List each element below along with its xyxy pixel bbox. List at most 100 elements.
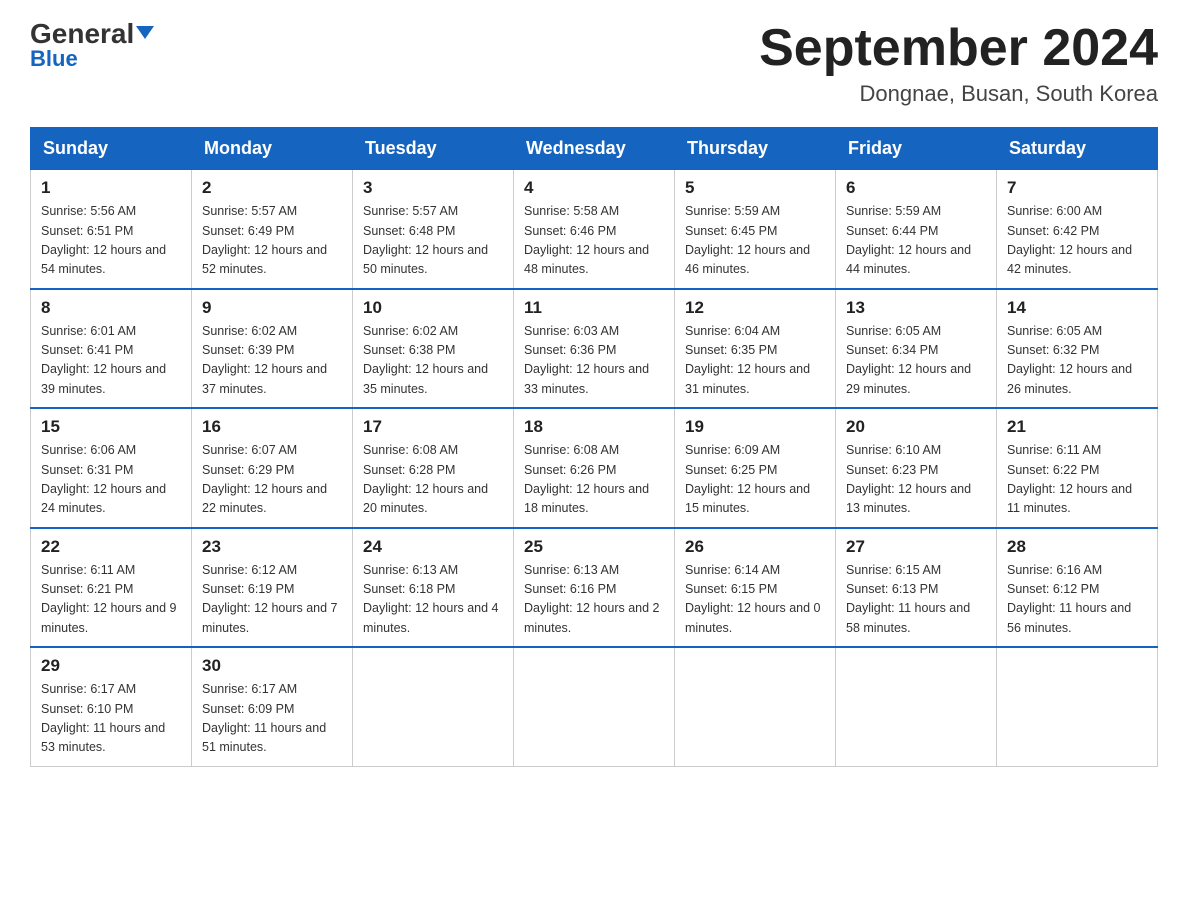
calendar-cell: 19 Sunrise: 6:09 AMSunset: 6:25 PMDayligh… bbox=[675, 408, 836, 528]
day-info: Sunrise: 6:06 AMSunset: 6:31 PMDaylight:… bbox=[41, 441, 181, 519]
weekday-header-tuesday: Tuesday bbox=[353, 128, 514, 170]
day-info: Sunrise: 6:15 AMSunset: 6:13 PMDaylight:… bbox=[846, 561, 986, 639]
calendar-cell bbox=[675, 647, 836, 766]
calendar-cell: 21 Sunrise: 6:11 AMSunset: 6:22 PMDayligh… bbox=[997, 408, 1158, 528]
day-number: 30 bbox=[202, 656, 342, 676]
day-number: 29 bbox=[41, 656, 181, 676]
day-number: 3 bbox=[363, 178, 503, 198]
calendar-cell: 28Sunrise: 6:16 AMSunset: 6:12 PMDayligh… bbox=[997, 528, 1158, 648]
calendar-cell bbox=[997, 647, 1158, 766]
day-number: 12 bbox=[685, 298, 825, 318]
day-info: Sunrise: 6:11 AMSunset: 6:22 PMDaylight:… bbox=[1007, 441, 1147, 519]
day-number: 6 bbox=[846, 178, 986, 198]
day-info: Sunrise: 6:17 AMSunset: 6:10 PMDaylight:… bbox=[41, 680, 181, 758]
day-number: 20 bbox=[846, 417, 986, 437]
day-info: Sunrise: 6:08 AMSunset: 6:26 PMDaylight:… bbox=[524, 441, 664, 519]
day-info: Sunrise: 6:13 AMSunset: 6:18 PMDaylight:… bbox=[363, 561, 503, 639]
calendar-week-row: 15 Sunrise: 6:06 AMSunset: 6:31 PMDayligh… bbox=[31, 408, 1158, 528]
day-info: Sunrise: 6:10 AMSunset: 6:23 PMDaylight:… bbox=[846, 441, 986, 519]
location-title: Dongnae, Busan, South Korea bbox=[759, 81, 1158, 107]
calendar-cell bbox=[836, 647, 997, 766]
calendar-cell bbox=[514, 647, 675, 766]
day-number: 14 bbox=[1007, 298, 1147, 318]
calendar-week-row: 22 Sunrise: 6:11 AMSunset: 6:21 PMDayligh… bbox=[31, 528, 1158, 648]
day-number: 26 bbox=[685, 537, 825, 557]
day-number: 11 bbox=[524, 298, 664, 318]
day-info: Sunrise: 5:58 AMSunset: 6:46 PMDaylight:… bbox=[524, 202, 664, 280]
day-number: 18 bbox=[524, 417, 664, 437]
calendar-cell: 20 Sunrise: 6:10 AMSunset: 6:23 PMDayligh… bbox=[836, 408, 997, 528]
calendar-cell: 12 Sunrise: 6:04 AMSunset: 6:35 PMDayligh… bbox=[675, 289, 836, 409]
calendar-cell: 2 Sunrise: 5:57 AMSunset: 6:49 PMDaylight… bbox=[192, 170, 353, 289]
calendar-cell: 1Sunrise: 5:56 AMSunset: 6:51 PMDaylight… bbox=[31, 170, 192, 289]
calendar-cell: 30Sunrise: 6:17 AMSunset: 6:09 PMDayligh… bbox=[192, 647, 353, 766]
day-info: Sunrise: 6:01 AMSunset: 6:41 PMDaylight:… bbox=[41, 322, 181, 400]
day-number: 22 bbox=[41, 537, 181, 557]
day-number: 15 bbox=[41, 417, 181, 437]
weekday-header-row: SundayMondayTuesdayWednesdayThursdayFrid… bbox=[31, 128, 1158, 170]
day-number: 17 bbox=[363, 417, 503, 437]
calendar-cell: 22 Sunrise: 6:11 AMSunset: 6:21 PMDayligh… bbox=[31, 528, 192, 648]
day-number: 9 bbox=[202, 298, 342, 318]
day-info: Sunrise: 6:02 AMSunset: 6:39 PMDaylight:… bbox=[202, 322, 342, 400]
day-info: Sunrise: 6:09 AMSunset: 6:25 PMDaylight:… bbox=[685, 441, 825, 519]
calendar-cell: 15 Sunrise: 6:06 AMSunset: 6:31 PMDayligh… bbox=[31, 408, 192, 528]
weekday-header-friday: Friday bbox=[836, 128, 997, 170]
logo-bottom: Blue bbox=[30, 46, 78, 72]
day-info: Sunrise: 6:14 AMSunset: 6:15 PMDaylight:… bbox=[685, 561, 825, 639]
calendar-week-row: 1Sunrise: 5:56 AMSunset: 6:51 PMDaylight… bbox=[31, 170, 1158, 289]
month-title: September 2024 bbox=[759, 20, 1158, 77]
calendar-cell: 6 Sunrise: 5:59 AMSunset: 6:44 PMDaylight… bbox=[836, 170, 997, 289]
calendar-table: SundayMondayTuesdayWednesdayThursdayFrid… bbox=[30, 127, 1158, 767]
calendar-cell: 10 Sunrise: 6:02 AMSunset: 6:38 PMDayligh… bbox=[353, 289, 514, 409]
calendar-cell: 3 Sunrise: 5:57 AMSunset: 6:48 PMDaylight… bbox=[353, 170, 514, 289]
calendar-cell bbox=[353, 647, 514, 766]
calendar-cell: 8Sunrise: 6:01 AMSunset: 6:41 PMDaylight… bbox=[31, 289, 192, 409]
calendar-cell: 29 Sunrise: 6:17 AMSunset: 6:10 PMDayligh… bbox=[31, 647, 192, 766]
day-info: Sunrise: 6:02 AMSunset: 6:38 PMDaylight:… bbox=[363, 322, 503, 400]
calendar-cell: 25 Sunrise: 6:13 AMSunset: 6:16 PMDayligh… bbox=[514, 528, 675, 648]
day-number: 2 bbox=[202, 178, 342, 198]
day-info: Sunrise: 6:05 AMSunset: 6:32 PMDaylight:… bbox=[1007, 322, 1147, 400]
calendar-cell: 27 Sunrise: 6:15 AMSunset: 6:13 PMDayligh… bbox=[836, 528, 997, 648]
calendar-cell: 16 Sunrise: 6:07 AMSunset: 6:29 PMDayligh… bbox=[192, 408, 353, 528]
calendar-cell: 14 Sunrise: 6:05 AMSunset: 6:32 PMDayligh… bbox=[997, 289, 1158, 409]
day-number: 27 bbox=[846, 537, 986, 557]
day-number: 21 bbox=[1007, 417, 1147, 437]
day-number: 16 bbox=[202, 417, 342, 437]
day-info: Sunrise: 5:57 AMSunset: 6:49 PMDaylight:… bbox=[202, 202, 342, 280]
calendar-cell: 4Sunrise: 5:58 AMSunset: 6:46 PMDaylight… bbox=[514, 170, 675, 289]
logo: General Blue bbox=[30, 20, 154, 72]
day-number: 28 bbox=[1007, 537, 1147, 557]
page-header: General Blue September 2024 Dongnae, Bus… bbox=[30, 20, 1158, 107]
day-info: Sunrise: 5:59 AMSunset: 6:45 PMDaylight:… bbox=[685, 202, 825, 280]
day-info: Sunrise: 6:13 AMSunset: 6:16 PMDaylight:… bbox=[524, 561, 664, 639]
day-number: 1 bbox=[41, 178, 181, 198]
day-info: Sunrise: 6:08 AMSunset: 6:28 PMDaylight:… bbox=[363, 441, 503, 519]
day-number: 13 bbox=[846, 298, 986, 318]
day-number: 7 bbox=[1007, 178, 1147, 198]
calendar-cell: 26 Sunrise: 6:14 AMSunset: 6:15 PMDayligh… bbox=[675, 528, 836, 648]
calendar-week-row: 8Sunrise: 6:01 AMSunset: 6:41 PMDaylight… bbox=[31, 289, 1158, 409]
day-info: Sunrise: 5:59 AMSunset: 6:44 PMDaylight:… bbox=[846, 202, 986, 280]
calendar-cell: 18 Sunrise: 6:08 AMSunset: 6:26 PMDayligh… bbox=[514, 408, 675, 528]
day-info: Sunrise: 5:57 AMSunset: 6:48 PMDaylight:… bbox=[363, 202, 503, 280]
day-info: Sunrise: 6:05 AMSunset: 6:34 PMDaylight:… bbox=[846, 322, 986, 400]
weekday-header-saturday: Saturday bbox=[997, 128, 1158, 170]
weekday-header-monday: Monday bbox=[192, 128, 353, 170]
day-number: 10 bbox=[363, 298, 503, 318]
calendar-week-row: 29 Sunrise: 6:17 AMSunset: 6:10 PMDayligh… bbox=[31, 647, 1158, 766]
day-info: Sunrise: 6:03 AMSunset: 6:36 PMDaylight:… bbox=[524, 322, 664, 400]
day-number: 19 bbox=[685, 417, 825, 437]
calendar-cell: 17 Sunrise: 6:08 AMSunset: 6:28 PMDayligh… bbox=[353, 408, 514, 528]
calendar-cell: 11 Sunrise: 6:03 AMSunset: 6:36 PMDayligh… bbox=[514, 289, 675, 409]
day-info: Sunrise: 6:00 AMSunset: 6:42 PMDaylight:… bbox=[1007, 202, 1147, 280]
title-area: September 2024 Dongnae, Busan, South Kor… bbox=[759, 20, 1158, 107]
day-info: Sunrise: 6:11 AMSunset: 6:21 PMDaylight:… bbox=[41, 561, 181, 639]
day-info: Sunrise: 6:04 AMSunset: 6:35 PMDaylight:… bbox=[685, 322, 825, 400]
day-info: Sunrise: 6:07 AMSunset: 6:29 PMDaylight:… bbox=[202, 441, 342, 519]
calendar-cell: 13 Sunrise: 6:05 AMSunset: 6:34 PMDayligh… bbox=[836, 289, 997, 409]
day-number: 25 bbox=[524, 537, 664, 557]
day-info: Sunrise: 6:12 AMSunset: 6:19 PMDaylight:… bbox=[202, 561, 342, 639]
calendar-cell: 9 Sunrise: 6:02 AMSunset: 6:39 PMDaylight… bbox=[192, 289, 353, 409]
